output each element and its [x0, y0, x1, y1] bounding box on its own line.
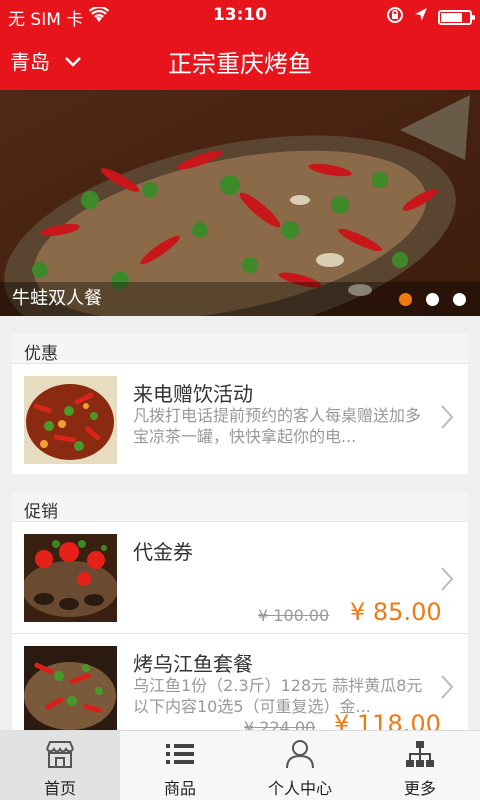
promo-item[interactable]: 烤乌江鱼套餐 乌江鱼1份（2.3斤）128元 蒜拌黄瓜8元 以下内容10选5（可…: [12, 634, 468, 730]
dish-thumbnail: [24, 646, 117, 730]
chevron-right-icon: [440, 674, 454, 704]
promo-item[interactable]: 代金券 ¥ 100.00 ¥ 85.00: [12, 522, 468, 634]
promo-section: 促销 代金券 ¥ 100.00 ¥ 85.00 烤乌江鱼套餐 乌江鱼1份（2.3…: [12, 492, 468, 730]
chevron-right-icon: [440, 404, 454, 434]
sale-price: ¥ 118.00: [334, 710, 441, 730]
original-price: ¥ 224.00: [244, 718, 316, 730]
battery-icon: [438, 10, 475, 25]
carousel-dot[interactable]: [426, 293, 439, 306]
sitemap-icon: [404, 739, 436, 773]
original-price: ¥ 100.00: [258, 606, 330, 625]
top-header: 青岛 正宗重庆烤鱼: [0, 30, 480, 90]
carousel-dots: [399, 293, 466, 306]
carousel-dot[interactable]: [399, 293, 412, 306]
tab-more[interactable]: 更多: [360, 731, 480, 800]
chevron-right-icon: [440, 566, 454, 596]
person-icon: [284, 739, 316, 773]
page-title: 正宗重庆烤鱼: [168, 50, 312, 78]
tab-profile[interactable]: 个人中心: [240, 731, 360, 800]
tab-label: 个人中心: [267, 779, 332, 798]
banner-carousel[interactable]: 牛蛙双人餐: [0, 90, 480, 316]
tab-label: 首页: [43, 779, 76, 798]
bottom-tab-bar: 首页 商品 个人中心 更多: [0, 730, 480, 800]
item-description: 凡拨打电话提前预约的客人每桌赠送加多宝凉茶一罐，快快拿起你的电...: [133, 406, 422, 446]
item-title: 代金券: [133, 540, 193, 564]
discount-section-title: 优惠: [12, 334, 468, 364]
tab-products[interactable]: 商品: [120, 731, 240, 800]
banner-caption: 牛蛙双人餐: [12, 288, 102, 309]
item-title: 烤乌江鱼套餐: [133, 652, 253, 676]
dish-thumbnail: [24, 376, 117, 464]
store-icon: [44, 739, 76, 773]
discount-item[interactable]: 来电赠饮活动 凡拨打电话提前预约的客人每桌赠送加多宝凉茶一罐，快快拿起你的电..…: [12, 364, 468, 474]
dish-thumbnail: [24, 534, 117, 622]
status-bar: 无 SIM 卡 13:10: [0, 0, 480, 30]
tab-label: 商品: [163, 779, 196, 798]
tab-home[interactable]: 首页: [0, 731, 120, 800]
carousel-dot[interactable]: [453, 293, 466, 306]
rotation-lock-icon: [386, 6, 404, 29]
sale-price: ¥ 85.00: [350, 598, 442, 626]
battery-level: [441, 13, 462, 22]
tab-label: 更多: [403, 779, 436, 798]
list-icon: [164, 739, 196, 773]
discount-section: 优惠 来电赠饮活动 凡拨打电话提前预约的客人每桌赠送加多宝凉茶一罐，快快拿起你的…: [12, 334, 468, 474]
location-arrow-icon: [414, 7, 428, 28]
item-title: 来电赠饮活动: [133, 382, 253, 406]
promo-section-title: 促销: [12, 492, 468, 522]
